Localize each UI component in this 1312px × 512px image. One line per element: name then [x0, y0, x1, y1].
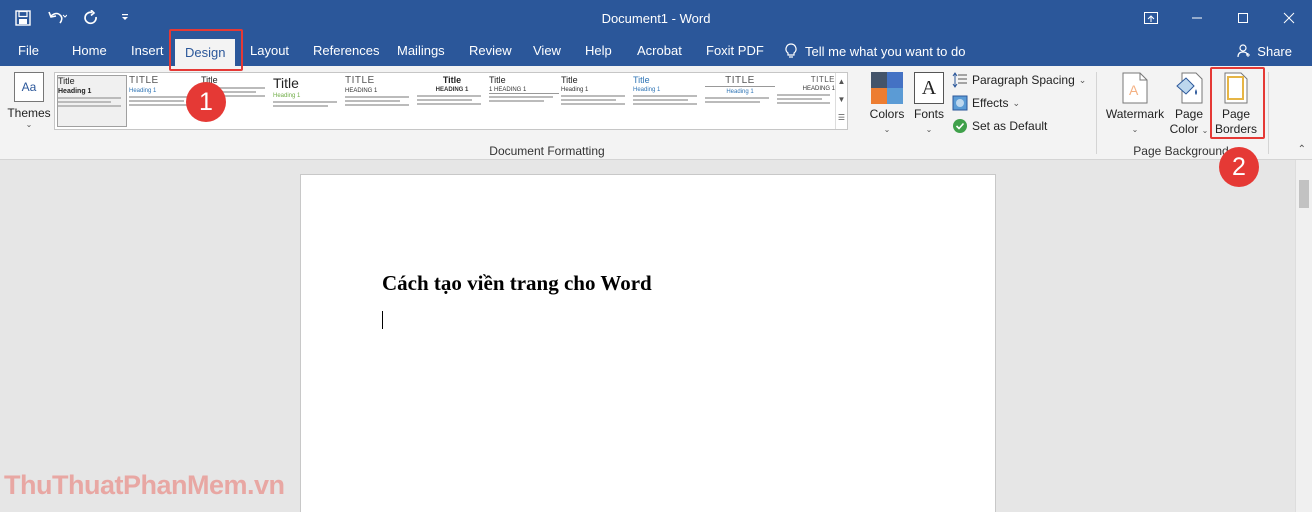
- scroll-down-icon[interactable]: ▼: [836, 91, 847, 109]
- page-color-label-2: Color ⌄: [1169, 122, 1209, 136]
- page-color-label-1: Page: [1174, 107, 1204, 121]
- step-marker-2: 2: [1219, 147, 1259, 187]
- chevron-down-icon: ⌄: [925, 125, 933, 134]
- tab-foxit-pdf[interactable]: Foxit PDF: [696, 36, 774, 66]
- colors-button[interactable]: Colors ⌄: [868, 72, 906, 137]
- scroll-up-icon[interactable]: ▲: [836, 73, 847, 91]
- themes-icon: Aa: [14, 72, 44, 102]
- style-set-item[interactable]: Title Heading 1: [633, 75, 703, 127]
- chevron-down-icon: ⌄: [1078, 74, 1087, 85]
- tab-review[interactable]: Review: [459, 36, 522, 66]
- style-set-item[interactable]: TITLE Heading 1: [705, 75, 775, 127]
- chevron-down-icon: ⌄: [1012, 97, 1021, 108]
- tab-view[interactable]: View: [523, 36, 571, 66]
- group-separator: [1096, 72, 1097, 154]
- step-marker-1: 1: [186, 82, 226, 122]
- set-as-default-button[interactable]: Set as Default: [952, 116, 1047, 136]
- color-palette-icon: [871, 72, 903, 104]
- document-page[interactable]: Cách tạo viền trang cho Word: [300, 174, 996, 512]
- style-set-item[interactable]: Title Heading 1: [561, 75, 631, 127]
- paint-bucket-icon: [1176, 72, 1203, 104]
- tab-file[interactable]: File: [8, 36, 49, 66]
- window-title: Document1 - Word: [601, 11, 711, 26]
- tab-insert[interactable]: Insert: [121, 36, 174, 66]
- share-label: Share: [1257, 43, 1292, 59]
- ribbon-display-options-icon[interactable]: [1128, 0, 1174, 36]
- style-set-item[interactable]: TITLE HEADING 1: [345, 75, 415, 127]
- checkmark-icon: [953, 119, 967, 133]
- document-heading: Cách tạo viền trang cho Word: [382, 271, 652, 295]
- tab-acrobat[interactable]: Acrobat: [627, 36, 692, 66]
- fonts-button[interactable]: A Fonts ⌄: [911, 72, 947, 137]
- tell-me-search[interactable]: Tell me what you want to do: [785, 36, 965, 66]
- tab-home[interactable]: Home: [62, 36, 117, 66]
- chevron-down-icon: ⌄: [1131, 125, 1139, 134]
- group-separator: [1268, 72, 1269, 154]
- vertical-scrollbar[interactable]: [1295, 160, 1312, 512]
- svg-text:A: A: [1129, 82, 1139, 98]
- document-canvas: Cách tạo viền trang cho Word: [0, 160, 1312, 512]
- tell-me-label: Tell me what you want to do: [805, 43, 966, 59]
- person-icon: [1237, 44, 1251, 58]
- lightbulb-icon: [785, 43, 797, 58]
- maximize-icon[interactable]: [1220, 0, 1266, 36]
- tab-mailings[interactable]: Mailings: [387, 36, 455, 66]
- tab-help[interactable]: Help: [575, 36, 622, 66]
- page-color-button[interactable]: Page Color ⌄: [1168, 72, 1210, 138]
- colors-label: Colors: [869, 107, 905, 121]
- paragraph-spacing-icon: [952, 72, 967, 88]
- paragraph-spacing-button[interactable]: Paragraph Spacing ⌄: [952, 70, 1086, 90]
- fonts-label: Fonts: [913, 107, 944, 121]
- themes-button[interactable]: Aa Themes ⌄: [6, 72, 52, 142]
- watermark-label: Watermark: [1105, 107, 1165, 121]
- watermark-icon: A: [1122, 72, 1148, 104]
- font-icon: A: [914, 72, 944, 104]
- site-watermark: ThuThuatPhanMem.vn: [4, 470, 285, 500]
- chevron-down-icon: ⌄: [1201, 126, 1209, 135]
- effects-button[interactable]: Effects ⌄: [952, 93, 1020, 113]
- document-formatting-group-label: Document Formatting: [489, 144, 605, 158]
- text-cursor: [382, 311, 383, 329]
- watermark-button[interactable]: A Watermark ⌄: [1104, 72, 1166, 137]
- set-as-default-label: Set as Default: [972, 119, 1048, 133]
- effects-label: Effects: [972, 96, 1009, 110]
- themes-label: Themes: [7, 106, 51, 120]
- style-set-item[interactable]: TITLE HEADING 1: [777, 75, 835, 127]
- minimize-icon[interactable]: [1174, 0, 1220, 36]
- chevron-down-icon: ⌄: [25, 120, 33, 129]
- style-set-item[interactable]: Title HEADING 1: [417, 75, 487, 127]
- style-set-gallery: Title Heading 1 TITLE Heading 1 Title Ti…: [54, 72, 848, 130]
- share-button[interactable]: Share: [1237, 36, 1292, 66]
- paragraph-spacing-label: Paragraph Spacing: [972, 73, 1075, 87]
- window-controls: [1128, 0, 1312, 36]
- chevron-down-icon: ⌄: [883, 125, 891, 134]
- gallery-more-icon[interactable]: ☰: [836, 109, 847, 127]
- collapse-ribbon-icon[interactable]: ⌃: [1298, 144, 1306, 155]
- page-borders-highlight: [1210, 67, 1265, 139]
- style-set-item[interactable]: Title 1 HEADING 1: [489, 75, 559, 127]
- tab-layout[interactable]: Layout: [240, 36, 299, 66]
- scrollbar-thumb[interactable]: [1299, 180, 1309, 208]
- effects-icon: [952, 95, 968, 111]
- close-icon[interactable]: [1266, 0, 1312, 36]
- gallery-scroll[interactable]: ▲ ▼ ☰: [835, 73, 847, 129]
- tab-references[interactable]: References: [303, 36, 389, 66]
- design-tab-highlight: [169, 29, 243, 71]
- style-set-item[interactable]: Title Heading 1: [57, 75, 127, 127]
- style-set-item[interactable]: Title Heading 1: [273, 75, 343, 127]
